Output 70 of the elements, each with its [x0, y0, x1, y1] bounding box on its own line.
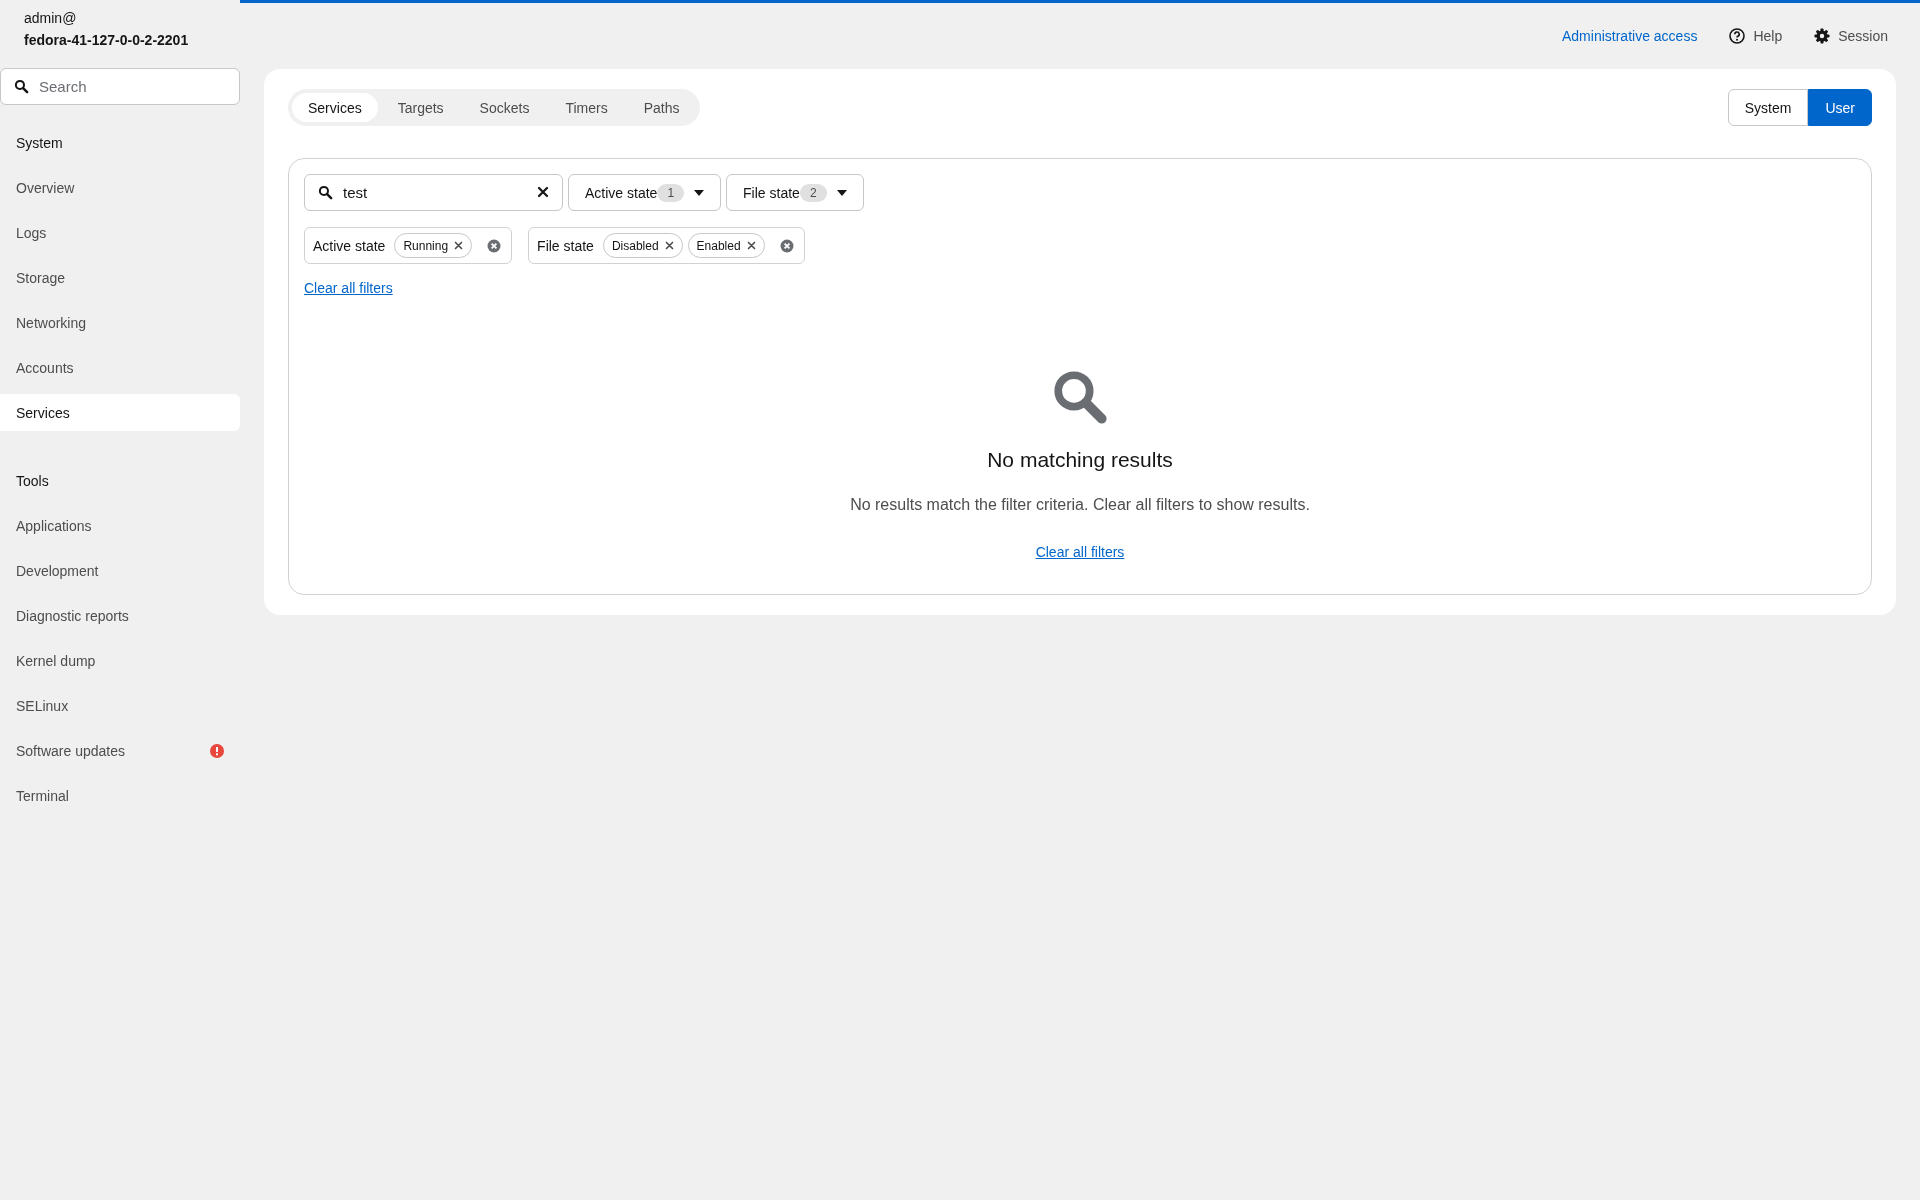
host-name: fedora-41-127-0-0-2-2201: [24, 32, 190, 48]
nav-item[interactable]: Diagnostic reports: [0, 597, 240, 634]
chip-group-label: File state: [537, 237, 594, 254]
empty-state-title: No matching results: [987, 448, 1173, 472]
nav-item[interactable]: Accounts: [0, 349, 240, 386]
session-button[interactable]: Session: [1814, 28, 1888, 44]
settings-icon: [1814, 28, 1831, 44]
administrative-access-link[interactable]: Administrative access: [1562, 28, 1698, 44]
tab[interactable]: Targets: [381, 93, 460, 122]
dropdown-label: File state: [743, 184, 800, 201]
tab[interactable]: Timers: [549, 93, 624, 122]
nav-item[interactable]: Networking: [0, 304, 240, 341]
close-icon[interactable]: [454, 241, 464, 250]
chip-label: Running: [403, 238, 449, 253]
nav-item[interactable]: Development: [0, 552, 240, 589]
nav-item-label: Accounts: [16, 359, 74, 376]
nav-item-label: Kernel dump: [16, 652, 96, 669]
nav-item-label: Overview: [16, 179, 75, 196]
caret-icon: [836, 189, 847, 196]
filter-dropdown[interactable]: File state 2: [726, 174, 864, 211]
search-icon: [1051, 368, 1109, 426]
nav-item[interactable]: Kernel dump: [0, 642, 240, 679]
clear-group-icon[interactable]: [487, 238, 502, 253]
nav-item[interactable]: SELinux: [0, 687, 240, 724]
clear-filters-link[interactable]: Clear all filters: [304, 280, 393, 296]
search-icon: [318, 185, 333, 200]
dropdown-label: Active state: [585, 184, 658, 201]
nav-item[interactable]: Terminal: [0, 777, 240, 814]
empty-state-text: No results match the filter criteria. Clear all filters to show results.: [850, 496, 1310, 514]
close-icon[interactable]: [537, 186, 549, 198]
nav-item-label: Diagnostic reports: [16, 607, 129, 624]
nav-item-label: Development: [16, 562, 99, 579]
nav-item[interactable]: Storage: [0, 259, 240, 296]
nav-section-heading: Tools: [15, 472, 50, 491]
tab[interactable]: Services: [292, 93, 378, 122]
nav-item-label: Services: [16, 404, 70, 421]
nav-item-label: Networking: [16, 314, 87, 331]
nav-item[interactable]: Logs: [0, 214, 240, 251]
help-button[interactable]: Help: [1729, 28, 1783, 44]
chip-label: Disabled: [611, 238, 659, 253]
caret-icon: [694, 189, 705, 196]
clear-filters-link[interactable]: Clear all filters: [1035, 544, 1125, 560]
search-icon: [14, 79, 29, 94]
search-field[interactable]: Search: [0, 68, 240, 105]
nav-item[interactable]: Software updates: [0, 732, 240, 769]
nav-item[interactable]: Overview: [0, 169, 240, 206]
chip-group-label: Active state: [313, 237, 386, 254]
nav-item-label: Software updates: [16, 742, 125, 759]
nav-item-label: SELinux: [16, 697, 69, 714]
help-icon: [1729, 28, 1746, 44]
scope-toggle-button[interactable]: System: [1727, 89, 1809, 126]
close-icon[interactable]: [746, 241, 756, 250]
tab[interactable]: Sockets: [463, 93, 546, 122]
nav-item-label: Logs: [16, 224, 47, 241]
chip-label: Enabled: [696, 238, 741, 253]
nav-item[interactable]: Services: [0, 394, 240, 431]
user-name: admin@: [24, 10, 78, 26]
scope-toggle-button[interactable]: User: [1808, 89, 1872, 126]
nav-item-label: Storage: [16, 269, 66, 286]
nav-item-label: Terminal: [16, 787, 69, 804]
filter-search-field[interactable]: test: [304, 174, 563, 211]
nav-item[interactable]: Applications: [0, 507, 240, 544]
filter-dropdown[interactable]: Active state 1: [568, 174, 722, 211]
clear-group-icon[interactable]: [779, 238, 794, 253]
tab[interactable]: Paths: [627, 93, 696, 122]
close-icon[interactable]: [664, 241, 674, 250]
count-badge: 2: [799, 183, 827, 202]
nav-item-label: Applications: [16, 517, 92, 534]
nav-section-heading: System: [15, 134, 64, 153]
count-badge: 1: [657, 183, 685, 202]
